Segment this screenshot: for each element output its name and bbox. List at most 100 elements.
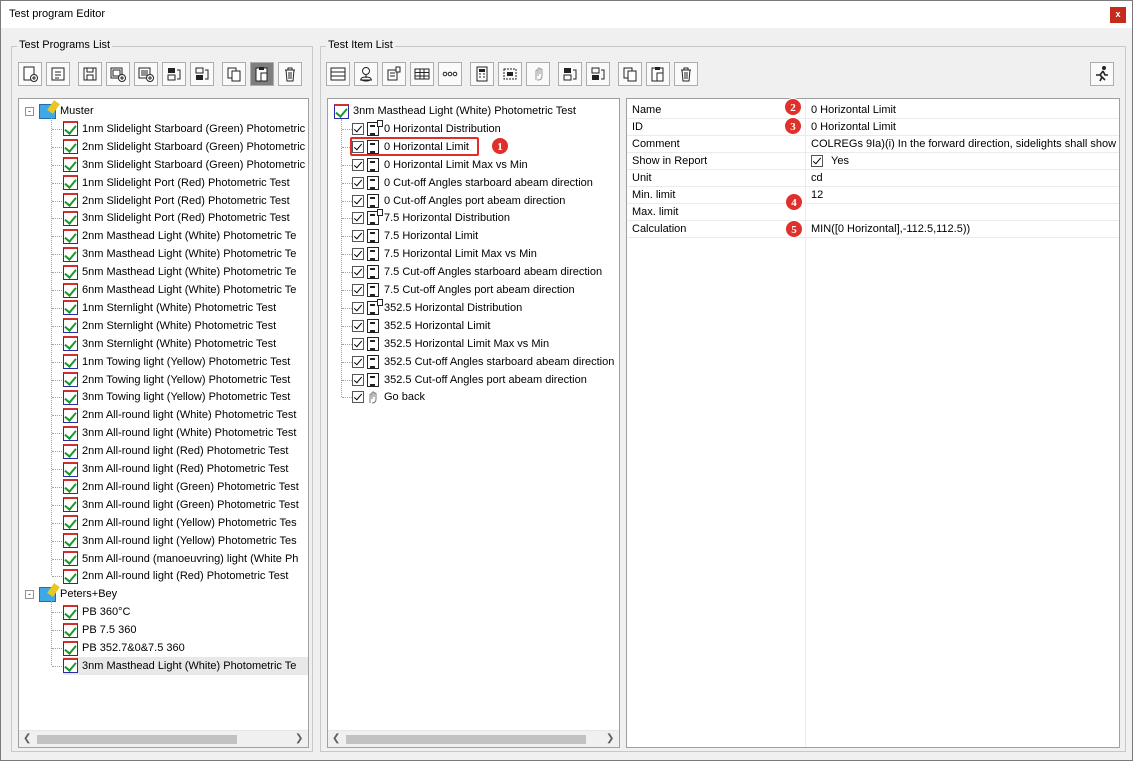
header-button[interactable] bbox=[326, 62, 350, 86]
scroll-thumb[interactable] bbox=[346, 735, 586, 744]
paste-button[interactable] bbox=[250, 62, 274, 86]
program-item[interactable]: 3nm All-round light (Red) Photometric Te… bbox=[63, 460, 288, 478]
program-item[interactable]: 3nm Masthead Light (White) Photometric T… bbox=[63, 656, 308, 675]
copy-button[interactable] bbox=[618, 62, 642, 86]
item-checkbox[interactable] bbox=[352, 284, 364, 296]
folder-row[interactable]: - Peters+Bey bbox=[25, 585, 117, 603]
test-programs-tree[interactable]: - Muster 1nm Slidelight Starboard (Green) … bbox=[18, 98, 309, 748]
property-row[interactable]: Unit cd bbox=[627, 170, 1119, 187]
property-value[interactable]: 0 Horizontal Limit bbox=[811, 121, 1119, 133]
program-item[interactable]: 3nm All-round light (Green) Photometric … bbox=[63, 496, 299, 514]
program-item[interactable]: 2nm All-round light (Red) Photometric Te… bbox=[63, 442, 288, 460]
new-program-button[interactable] bbox=[18, 62, 42, 86]
test-item[interactable]: Go back bbox=[352, 388, 425, 406]
move-up-button[interactable] bbox=[162, 62, 186, 86]
program-item[interactable]: 2nm All-round light (Yellow) Photometric… bbox=[63, 514, 297, 532]
property-value[interactable]: Yes bbox=[811, 155, 1119, 167]
delete-button[interactable] bbox=[674, 62, 698, 86]
run-button[interactable] bbox=[1090, 62, 1114, 86]
program-item[interactable]: PB 352.7&0&7.5 360 bbox=[63, 639, 185, 657]
test-item[interactable]: 352.5 Horizontal Distribution bbox=[352, 298, 522, 317]
program-item[interactable]: 3nm All-round light (White) Photometric … bbox=[63, 424, 296, 442]
move-up-button[interactable] bbox=[558, 62, 582, 86]
program-item[interactable]: 3nm Sternlight (White) Photometric Test bbox=[63, 335, 276, 353]
add-item-button[interactable] bbox=[106, 62, 130, 86]
program-item[interactable]: 5nm Masthead Light (White) Photometric T… bbox=[63, 263, 296, 281]
delete-button[interactable] bbox=[278, 62, 302, 86]
program-item[interactable]: 3nm Slidelight Starboard (Green) Photome… bbox=[63, 156, 305, 174]
calculator-button[interactable] bbox=[470, 62, 494, 86]
item-checkbox[interactable] bbox=[352, 122, 364, 135]
property-value[interactable]: 12 bbox=[811, 189, 1119, 201]
collapse-icon[interactable]: - bbox=[25, 106, 34, 116]
save-button[interactable] bbox=[78, 62, 102, 86]
add-copy-button[interactable] bbox=[134, 62, 158, 86]
item-checkbox[interactable] bbox=[352, 212, 364, 225]
location-button[interactable] bbox=[354, 62, 378, 86]
property-row[interactable]: ID 0 Horizontal Limit bbox=[627, 119, 1119, 136]
property-row[interactable]: Calculation MIN([0 Horizontal],-112.5,112… bbox=[627, 221, 1119, 238]
properties-grid[interactable]: Name 0 Horizontal Limit ID 0 Horizontal Lim… bbox=[626, 98, 1120, 748]
item-checkbox[interactable] bbox=[352, 230, 364, 243]
test-item[interactable]: 7.5 Horizontal Limit bbox=[352, 227, 478, 245]
item-checkbox[interactable] bbox=[352, 248, 364, 261]
program-item[interactable]: 2nm Slidelight Port (Red) Photometric Te… bbox=[63, 192, 290, 210]
test-item[interactable]: 7.5 Cut-off Angles port abeam direction bbox=[352, 281, 575, 299]
item-checkbox[interactable] bbox=[352, 266, 364, 279]
paste-button[interactable] bbox=[646, 62, 670, 86]
program-item[interactable]: 2nm All-round light (Red) Photometric Te… bbox=[63, 567, 288, 585]
program-item[interactable]: 1nm Slidelight Starboard (Green) Photome… bbox=[63, 120, 305, 138]
test-item[interactable]: 0 Horizontal Limit Max vs Min bbox=[352, 156, 528, 174]
test-item[interactable]: 352.5 Cut-off Angles starboard abeam dir… bbox=[352, 353, 614, 371]
property-value[interactable]: cd bbox=[811, 172, 1119, 184]
scroll-right-icon[interactable]: ❯ bbox=[295, 733, 303, 744]
item-checkbox[interactable] bbox=[352, 158, 364, 171]
scroll-right-icon[interactable]: ❯ bbox=[606, 733, 614, 744]
program-item[interactable]: PB 7.5 360 bbox=[63, 621, 136, 639]
program-item[interactable]: 6nm Masthead Light (White) Photometric T… bbox=[63, 281, 296, 299]
open-button[interactable] bbox=[46, 62, 70, 86]
test-root-row[interactable]: 3nm Masthead Light (White) Photometric T… bbox=[334, 102, 576, 120]
show-in-report-checkbox[interactable] bbox=[811, 155, 823, 167]
dots-button[interactable] bbox=[438, 62, 462, 86]
test-item[interactable]: 7.5 Cut-off Angles starboard abeam direc… bbox=[352, 263, 602, 281]
move-down-button[interactable] bbox=[190, 62, 214, 86]
property-row[interactable]: Show in Report Yes bbox=[627, 153, 1119, 170]
program-item[interactable]: 1nm Slidelight Port (Red) Photometric Te… bbox=[63, 174, 290, 192]
test-item[interactable]: 352.5 Horizontal Limit bbox=[352, 317, 490, 335]
program-item[interactable]: 1nm Towing light (Yellow) Photometric Te… bbox=[63, 353, 290, 371]
scroll-left-icon[interactable]: ❮ bbox=[23, 733, 31, 744]
program-item[interactable]: 2nm Slidelight Starboard (Green) Photome… bbox=[63, 138, 305, 156]
property-row[interactable]: Comment COLREGs 9Ia)(i) In the forward di… bbox=[627, 136, 1119, 153]
move-down-button[interactable] bbox=[586, 62, 610, 86]
item-checkbox[interactable] bbox=[352, 355, 364, 368]
program-item[interactable]: 3nm Slidelight Port (Red) Photometric Te… bbox=[63, 209, 290, 227]
property-value[interactable]: MIN([0 Horizontal],-112.5,112.5)) bbox=[811, 223, 1119, 235]
program-item[interactable]: 3nm Masthead Light (White) Photometric T… bbox=[63, 245, 296, 263]
program-item[interactable]: 2nm All-round light (White) Photometric … bbox=[63, 406, 296, 424]
test-item[interactable]: 7.5 Horizontal Distribution bbox=[352, 209, 510, 227]
scroll-thumb[interactable] bbox=[37, 735, 237, 744]
program-item[interactable]: 2nm Masthead Light (White) Photometric T… bbox=[63, 227, 296, 245]
property-row[interactable]: Max. limit bbox=[627, 204, 1119, 221]
item-checkbox[interactable] bbox=[352, 194, 364, 207]
select-button[interactable] bbox=[498, 62, 522, 86]
property-value[interactable]: COLREGs 9Ia)(i) In the forward direction… bbox=[811, 138, 1119, 150]
program-item[interactable]: 2nm Towing light (Yellow) Photometric Te… bbox=[63, 371, 290, 389]
test-item[interactable]: 0 Cut-off Angles port abeam direction bbox=[352, 192, 565, 210]
program-item[interactable]: 2nm Sternlight (White) Photometric Test bbox=[63, 317, 276, 335]
item-checkbox[interactable] bbox=[352, 176, 364, 189]
property-value[interactable]: 0 Horizontal Limit bbox=[811, 104, 1119, 116]
copy-button[interactable] bbox=[222, 62, 246, 86]
test-item[interactable]: 352.5 Horizontal Limit Max vs Min bbox=[352, 335, 549, 353]
test-item[interactable]: 7.5 Horizontal Limit Max vs Min bbox=[352, 245, 537, 263]
collapse-icon[interactable]: - bbox=[25, 589, 34, 599]
item-checkbox[interactable] bbox=[352, 337, 364, 350]
scroll-left-icon[interactable]: ❮ bbox=[332, 733, 340, 744]
property-row[interactable]: Name 0 Horizontal Limit bbox=[627, 102, 1119, 119]
program-item[interactable]: 5nm All-round (manoeuvring) light (White… bbox=[63, 550, 298, 568]
folder-row[interactable]: - Muster bbox=[25, 102, 94, 120]
program-item[interactable]: 1nm Sternlight (White) Photometric Test bbox=[63, 299, 276, 317]
test-item[interactable]: 0 Horizontal Distribution bbox=[352, 119, 501, 138]
program-item[interactable]: PB 360°C bbox=[63, 603, 130, 621]
